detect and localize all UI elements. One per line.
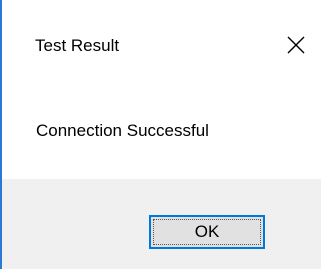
ok-button-label: OK [194, 222, 220, 241]
close-button[interactable] [274, 26, 318, 64]
message-dialog: Test Result Connection Successful OK [0, 0, 321, 269]
dialog-content: Connection Successful [2, 88, 321, 179]
dialog-footer: OK [2, 179, 321, 269]
title-bar[interactable]: Test Result [2, 0, 321, 88]
window-title: Test Result [35, 36, 120, 55]
ok-button[interactable]: OK [149, 215, 265, 249]
close-icon [287, 36, 305, 54]
message-text: Connection Successful [36, 121, 209, 140]
